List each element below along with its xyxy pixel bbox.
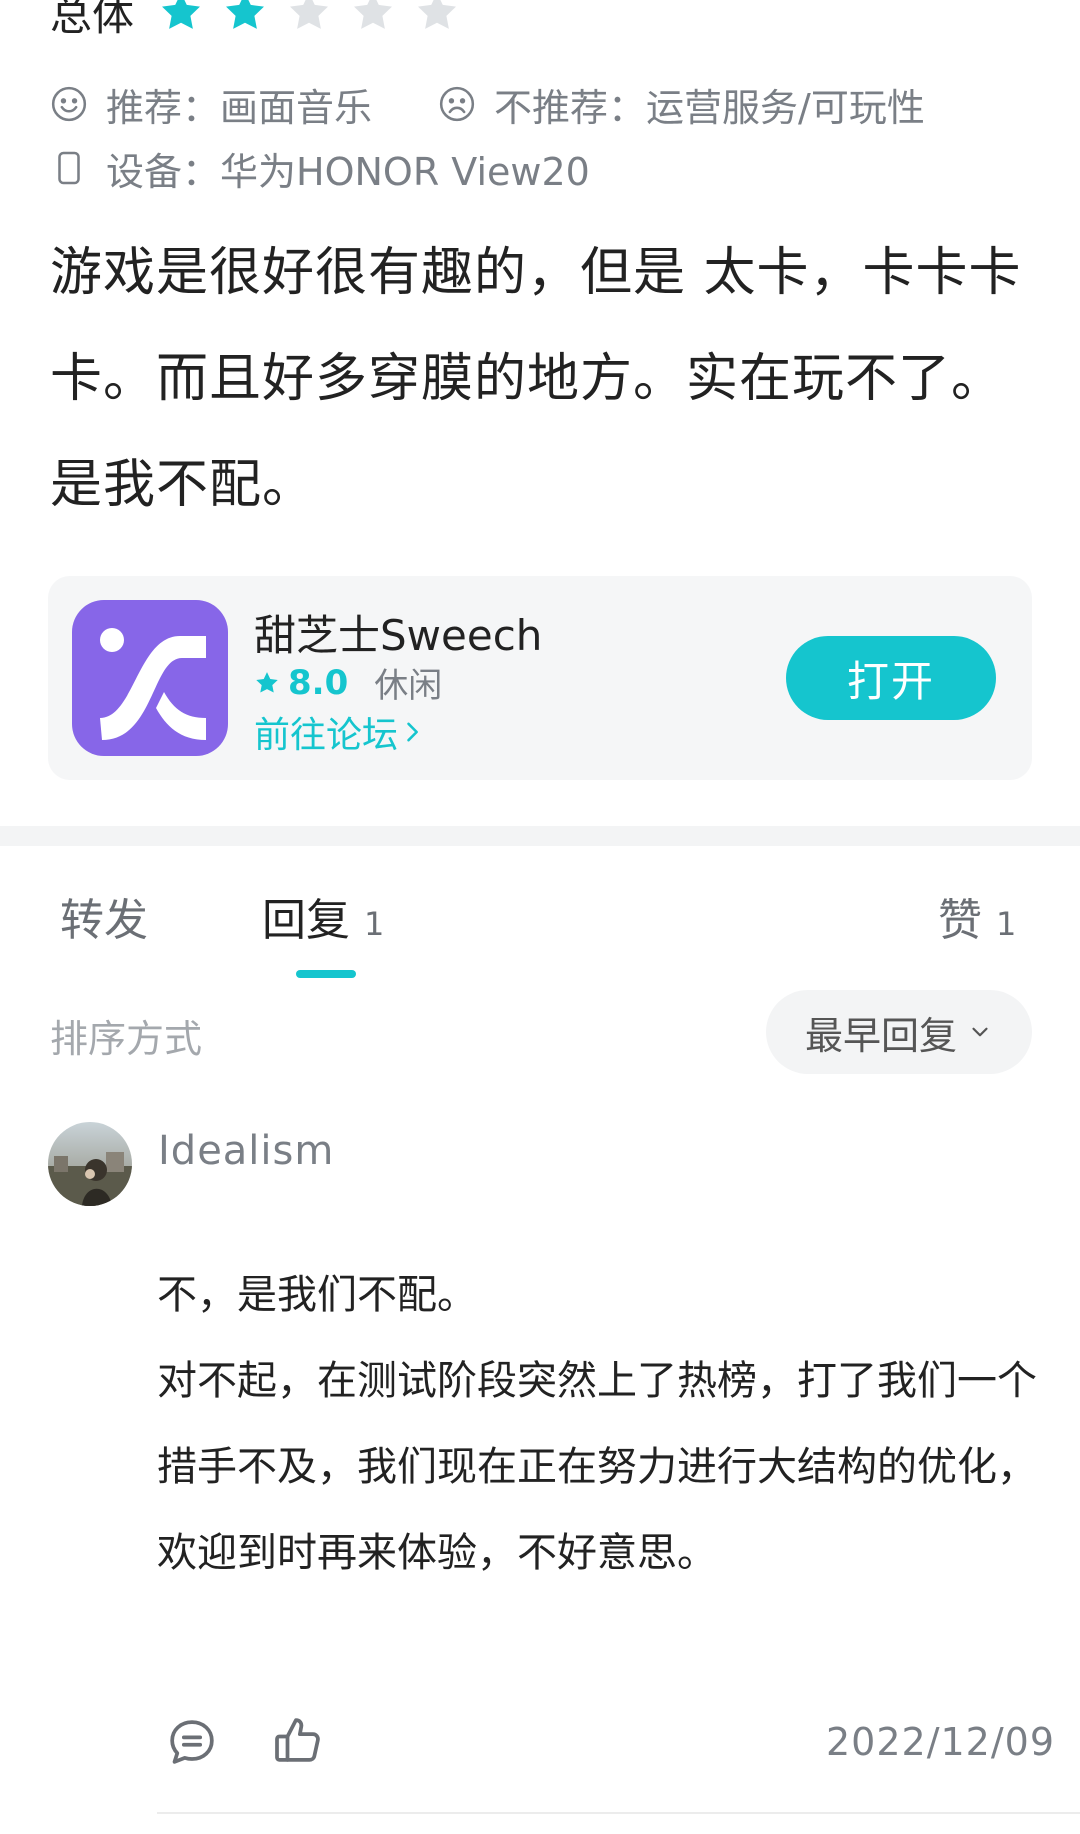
chevron-right-icon <box>407 722 418 742</box>
recommend-text: 推荐：画面音乐 <box>106 85 373 130</box>
chevron-down-icon <box>972 1027 988 1037</box>
reply-date: 2022/12/09 <box>826 1720 1056 1764</box>
app-meta: 8.0 休闲 <box>254 658 442 707</box>
star-icon <box>226 0 264 29</box>
app-icon[interactable] <box>72 600 228 756</box>
avatar[interactable] <box>48 1122 132 1206</box>
thumbs-up-icon[interactable] <box>270 1712 326 1768</box>
device-tag: 设备：华为HONOR View20 <box>50 141 590 196</box>
reply-paragraph: 对不起，在测试阶段突然上了热榜，打了我们一个措手不及，我们现在正在努力进行大结构… <box>157 1358 1037 1576</box>
sort-label: 排序方式 <box>50 1017 203 1061</box>
app-category: 休闲 <box>374 666 443 706</box>
not-recommend-tag: 不推荐：运营服务/可玩性 <box>438 77 925 132</box>
section-divider <box>0 826 1080 846</box>
device-text: 设备：华为HONOR View20 <box>106 149 590 194</box>
reply-divider <box>157 1812 1080 1814</box>
tab-like[interactable]: 赞 1 <box>938 884 1016 948</box>
recommend-row: 推荐：画面音乐 不推荐：运营服务/可玩性 <box>50 74 925 134</box>
tab-repost[interactable]: 转发 <box>60 884 148 948</box>
avatar-image <box>48 1122 132 1206</box>
review-text: 游戏是很好很有趣的，但是 太卡，卡卡卡卡。而且好多穿膜的地方。实在玩不了。是我不… <box>50 243 1022 515</box>
star-icon <box>256 671 278 693</box>
not-recommend-text: 不推荐：运营服务/可玩性 <box>494 85 925 130</box>
star-icon <box>162 0 200 29</box>
tab-like-count: 1 <box>996 905 1017 943</box>
star-icon <box>290 0 328 29</box>
overall-rating: 总体 <box>50 0 460 42</box>
forum-link[interactable]: 前往论坛 <box>254 706 426 758</box>
tab-repost-label: 转发 <box>60 895 148 946</box>
open-button[interactable]: 打开 <box>786 636 996 720</box>
active-tab-indicator <box>296 970 356 978</box>
overall-label: 总体 <box>50 0 135 40</box>
app-card[interactable]: 甜芝士Sweech 8.0 休闲 前往论坛 打开 <box>48 576 1032 780</box>
tab-reply-label: 回复 <box>262 895 350 946</box>
tab-like-label: 赞 <box>938 895 982 946</box>
forum-link-label: 前往论坛 <box>254 715 399 756</box>
star-icon <box>354 0 392 29</box>
sweech-logo-icon <box>100 628 206 740</box>
star-rating <box>158 0 460 35</box>
tab-reply[interactable]: 回复 1 <box>262 884 384 948</box>
star-icon <box>418 0 456 29</box>
comment-icon[interactable] <box>164 1714 220 1770</box>
reply-paragraph: 不，是我们不配。 <box>157 1272 477 1318</box>
reply-content: 不，是我们不配。 对不起，在测试阶段突然上了热榜，打了我们一个措手不及，我们现在… <box>157 1252 1037 1596</box>
sort-select[interactable]: 最早回复 <box>766 990 1032 1074</box>
app-rating: 8.0 <box>288 662 349 703</box>
frown-icon <box>439 86 475 122</box>
sort-selected: 最早回复 <box>804 1013 957 1058</box>
device-row: 设备：华为HONOR View20 <box>50 138 590 198</box>
recommend-tag: 推荐：画面音乐 <box>50 77 372 132</box>
reply-username[interactable]: Idealism <box>158 1128 334 1174</box>
smile-icon <box>51 86 87 122</box>
tab-reply-count: 1 <box>364 905 385 943</box>
phone-icon <box>58 151 80 185</box>
app-name[interactable]: 甜芝士Sweech <box>254 602 542 663</box>
